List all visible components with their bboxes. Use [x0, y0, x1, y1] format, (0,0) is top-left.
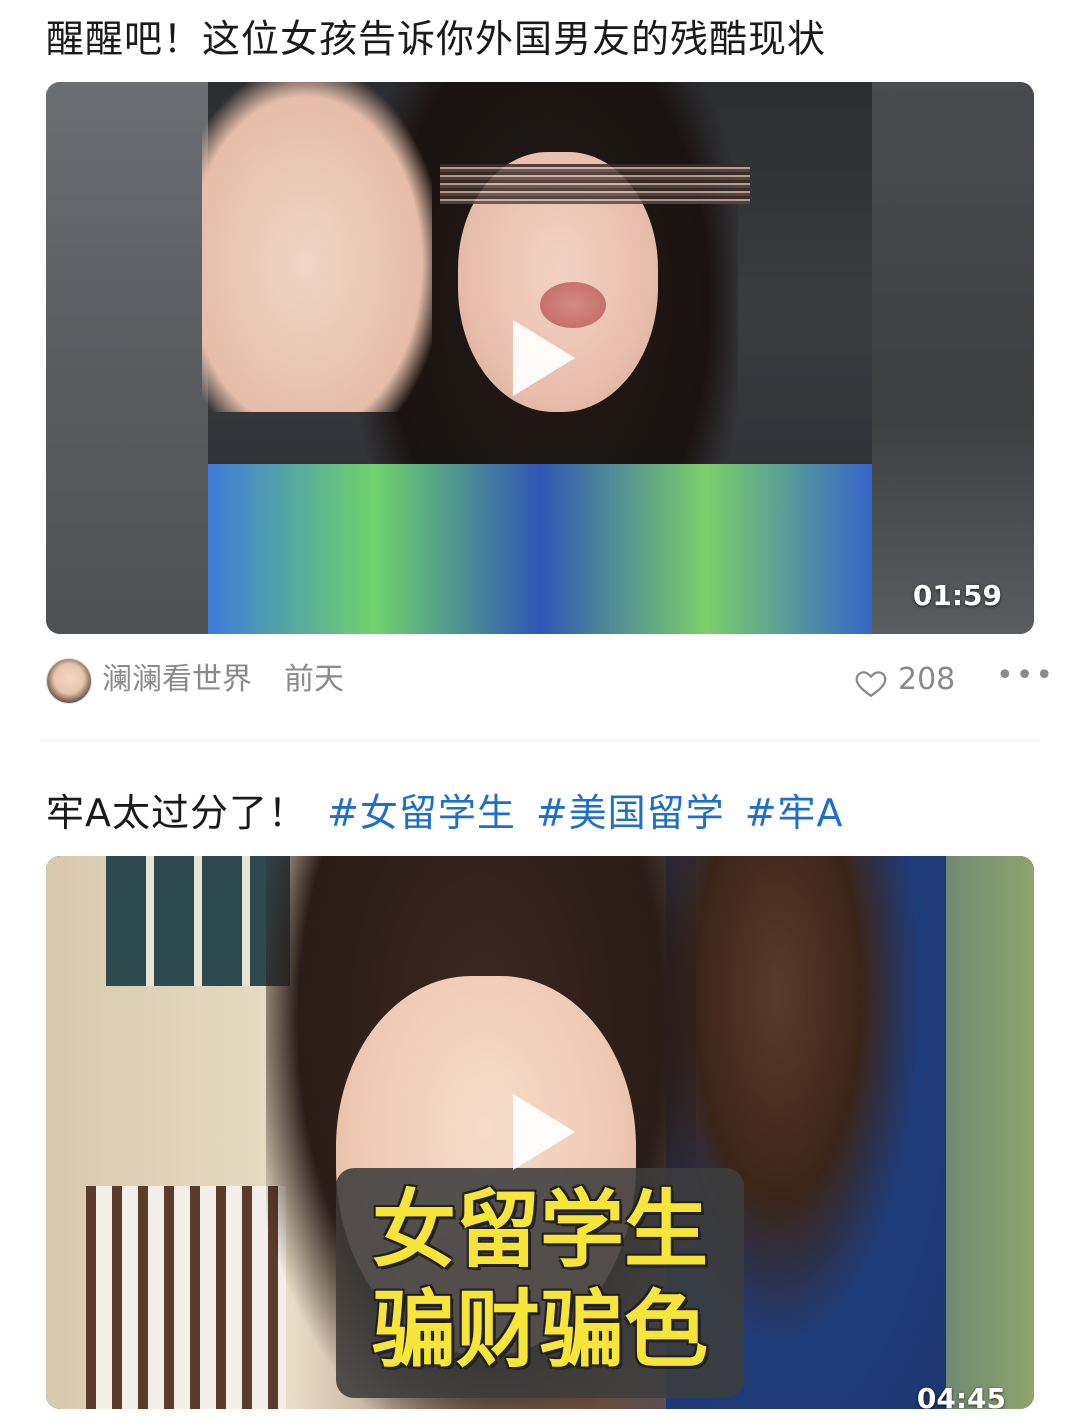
video-duration: 04:45 [916, 1382, 1006, 1409]
hashtag[interactable]: #女留学生 [327, 791, 516, 835]
video-thumbnail[interactable]: 01:59 [46, 82, 1034, 634]
post-meta: 澜澜看世界 前天 208 ••• [46, 656, 1053, 704]
video-caption-line: 女留学生 [371, 1181, 708, 1279]
avatar[interactable] [46, 658, 92, 704]
post-title-text: 牢A太过分了！ [46, 791, 307, 835]
more-horizontal-icon[interactable]: ••• [996, 660, 1055, 692]
play-icon[interactable] [513, 1094, 575, 1170]
video-thumbnail[interactable]: 女留学生 骗财骗色 04:45 [46, 856, 1034, 1409]
divider [40, 740, 1040, 741]
video-caption-line: 骗财骗色 [371, 1281, 708, 1379]
author-name[interactable]: 澜澜看世界 [102, 660, 252, 700]
play-icon[interactable] [513, 320, 575, 396]
video-duration: 01:59 [912, 579, 1002, 612]
heart-outline-icon[interactable] [854, 666, 888, 700]
hashtag[interactable]: #牢A [745, 791, 844, 835]
post-title[interactable]: 牢A太过分了！ #女留学生 #美国留学 #牢A [46, 788, 844, 838]
post-title[interactable]: 醒醒吧！这位女孩告诉你外国男友的残酷现状 [46, 14, 826, 64]
hashtag[interactable]: #美国留学 [536, 791, 725, 835]
video-background-left [46, 82, 208, 634]
video-caption-box: 女留学生 骗财骗色 [336, 1168, 744, 1398]
video-background-right [872, 82, 1034, 634]
face-blur-mask [440, 164, 750, 204]
post-time: 前天 [284, 662, 344, 697]
like-count: 208 [898, 662, 956, 697]
